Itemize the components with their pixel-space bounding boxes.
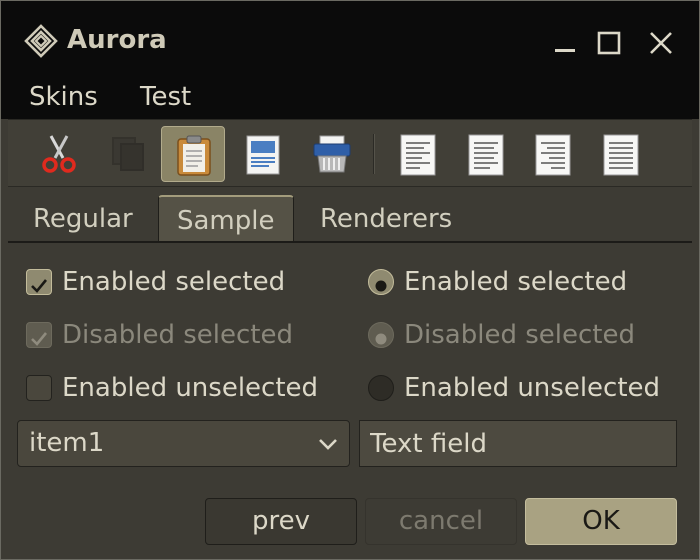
menu-skins[interactable]: Skins: [29, 79, 98, 115]
minimize-icon[interactable]: [545, 23, 585, 63]
justify-icon: [603, 134, 639, 176]
shredder-icon: [313, 135, 351, 173]
checkbox-label: Enabled unselected: [62, 373, 319, 403]
tab-regular[interactable]: Regular: [15, 195, 151, 243]
radio-label: Disabled selected: [404, 320, 635, 350]
tab-sample[interactable]: Sample: [158, 195, 294, 243]
document-button[interactable]: [231, 126, 295, 182]
checkbox-enabled-selected[interactable]: Enabled selected: [26, 262, 346, 302]
toolbar-separator: [373, 134, 375, 174]
menu-bar: Skins Test: [1, 79, 699, 119]
align-right-button[interactable]: [521, 126, 585, 182]
paste-button[interactable]: [161, 126, 225, 182]
radio-checked-icon: [368, 322, 394, 348]
app-logo-icon: [24, 24, 58, 58]
tab-renderers[interactable]: Renderers: [302, 195, 470, 243]
justify-button[interactable]: [589, 126, 653, 182]
copy-button[interactable]: [95, 126, 159, 182]
checkbox-checked-icon: [26, 269, 52, 295]
maximize-icon[interactable]: [589, 23, 629, 63]
checkbox-label: Enabled selected: [62, 267, 286, 297]
copy-icon: [112, 137, 144, 171]
tab-bar: Regular Sample Renderers: [8, 187, 692, 243]
app-window: Aurora Skins Test Regular Sample Rendere…: [0, 0, 700, 560]
prev-button[interactable]: prev: [205, 498, 357, 545]
radio-enabled-unselected[interactable]: Enabled unselected: [368, 368, 688, 408]
text-field[interactable]: [360, 421, 676, 466]
close-icon[interactable]: [641, 23, 681, 63]
tab-divider: [8, 241, 692, 243]
chevron-down-icon: [319, 439, 337, 450]
radio-unchecked-icon: [368, 375, 394, 401]
align-left-alt-icon: [468, 134, 504, 176]
toolbar: [8, 119, 692, 187]
document-icon: [246, 135, 280, 175]
window-title: Aurora: [67, 25, 167, 55]
cancel-button: cancel: [365, 498, 517, 545]
checkbox-unchecked-icon: [26, 375, 52, 401]
align-left-button[interactable]: [386, 126, 450, 182]
ok-button[interactable]: OK: [525, 498, 677, 545]
combobox-value: item1: [29, 428, 105, 458]
checkbox-label: Disabled selected: [62, 320, 293, 350]
align-left-icon: [400, 134, 436, 176]
scissors-icon: [42, 135, 76, 173]
cut-button[interactable]: [27, 126, 91, 182]
shred-button[interactable]: [298, 126, 362, 182]
radio-checked-icon: [368, 269, 394, 295]
radio-enabled-selected[interactable]: Enabled selected: [368, 262, 688, 302]
radio-label: Enabled unselected: [404, 373, 661, 403]
align-left-alt-button[interactable]: [454, 126, 518, 182]
menu-test[interactable]: Test: [140, 79, 191, 115]
checkbox-checked-icon: [26, 322, 52, 348]
align-right-icon: [535, 134, 571, 176]
text-field-container: [359, 420, 677, 467]
radio-label: Enabled selected: [404, 267, 628, 297]
item-combobox[interactable]: item1: [17, 420, 350, 467]
checkbox-disabled-selected: Disabled selected: [26, 315, 346, 355]
radio-disabled-selected: Disabled selected: [368, 315, 688, 355]
clipboard-icon: [177, 135, 211, 176]
checkbox-enabled-unselected[interactable]: Enabled unselected: [26, 368, 346, 408]
title-bar[interactable]: Aurora: [1, 1, 699, 79]
